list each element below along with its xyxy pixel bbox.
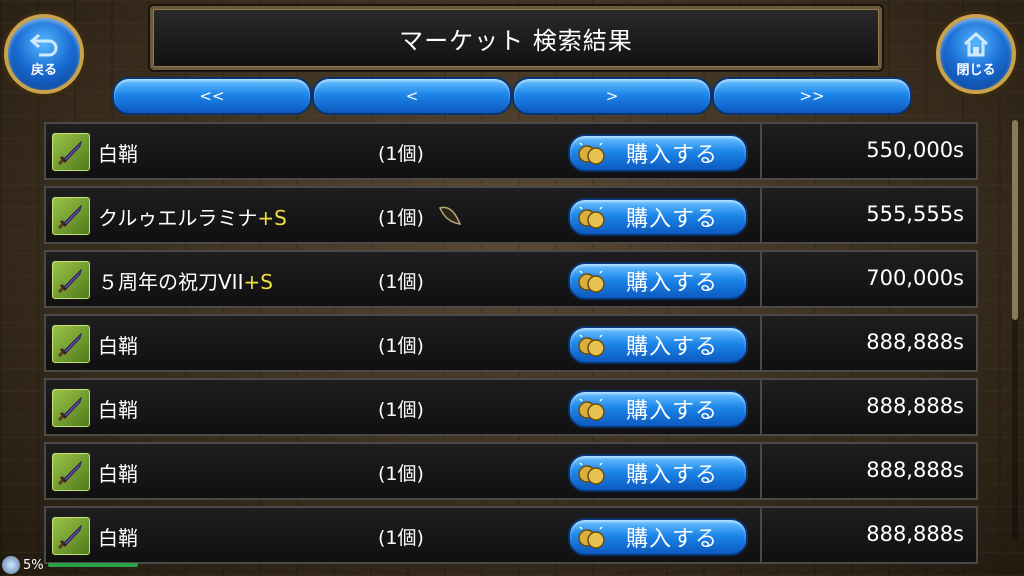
item-price: 888,888s: [866, 394, 964, 418]
item-name: 白鞘: [98, 334, 138, 358]
item-quantity: (1個): [378, 207, 424, 229]
buy-label: 購入する: [626, 207, 719, 232]
item-price: 888,888s: [866, 330, 964, 354]
buy-label: 購入する: [626, 463, 719, 488]
title-bar: マーケット 検索結果: [150, 6, 882, 70]
table-row: 白鞘 (1個) 購入する 888,888s: [44, 314, 978, 372]
table-row: クルゥエルラミナ+S (1個) 購入する 555,555s: [44, 186, 978, 244]
item-price: 888,888s: [866, 522, 964, 546]
sword-icon: [52, 261, 90, 299]
coin-icon: [578, 142, 605, 165]
last-page-button[interactable]: >>: [712, 77, 912, 115]
buy-label: 購入する: [626, 335, 719, 360]
buy-button[interactable]: 購入する: [568, 390, 748, 428]
item-price: 555,555s: [866, 202, 964, 226]
buy-button[interactable]: 購入する: [568, 326, 748, 364]
first-page-button[interactable]: <<: [112, 77, 312, 115]
buy-button[interactable]: 購入する: [568, 134, 748, 172]
status-percent: 5%: [23, 557, 44, 573]
coin-icon: [578, 334, 605, 357]
item-quantity: (1個): [378, 271, 424, 293]
close-button[interactable]: 閉じる: [936, 14, 1016, 94]
coin-icon: [578, 526, 605, 549]
buy-button[interactable]: 購入する: [568, 518, 748, 556]
table-row: ５周年の祝刀VII+S (1個) 購入する 700,000s: [44, 250, 978, 308]
table-row: 白鞘 (1個) 購入する 888,888s: [44, 442, 978, 500]
scrollbar-thumb[interactable]: [1012, 120, 1018, 320]
item-name: 白鞘: [98, 398, 138, 422]
status-bar: [47, 563, 138, 567]
prev-page-button[interactable]: <: [312, 77, 512, 115]
column-divider: [760, 380, 762, 434]
item-name: 白鞘: [98, 526, 138, 550]
buy-label: 購入する: [626, 399, 719, 424]
item-quantity: (1個): [378, 463, 424, 485]
buy-label: 購入する: [626, 143, 719, 168]
market-result-list: 白鞘 (1個) 購入する 550,000s クルゥエルラミナ+S (1個) 購入…: [44, 122, 978, 576]
back-label: 戻る: [30, 62, 57, 78]
sword-icon: [52, 389, 90, 427]
status-indicator: 5%: [2, 556, 138, 574]
item-price: 700,000s: [866, 266, 964, 290]
sword-icon: [52, 453, 90, 491]
coin-icon: [578, 270, 605, 293]
item-name: 白鞘: [98, 142, 138, 166]
item-name: クルゥエルラミナ+S: [98, 206, 287, 230]
column-divider: [760, 188, 762, 242]
next-page-button[interactable]: >: [512, 77, 712, 115]
back-button[interactable]: 戻る: [4, 14, 84, 94]
sword-icon: [52, 133, 90, 171]
column-divider: [760, 252, 762, 306]
coin-icon: [578, 398, 605, 421]
item-name: 白鞘: [98, 462, 138, 486]
item-quantity: (1個): [378, 143, 424, 165]
buy-button[interactable]: 購入する: [568, 454, 748, 492]
item-quantity: (1個): [378, 399, 424, 421]
coin-icon: [578, 206, 605, 229]
buy-button[interactable]: 購入する: [568, 262, 748, 300]
status-orb-icon: [2, 556, 20, 574]
item-quantity: (1個): [378, 335, 424, 357]
column-divider: [760, 124, 762, 178]
buy-button[interactable]: 購入する: [568, 198, 748, 236]
home-icon: [963, 31, 989, 56]
column-divider: [760, 316, 762, 370]
item-name: ５周年の祝刀VII+S: [98, 270, 273, 294]
item-price: 550,000s: [866, 138, 964, 162]
sword-icon: [52, 325, 90, 363]
page-title: マーケット 検索結果: [399, 26, 633, 55]
buy-label: 購入する: [626, 271, 719, 296]
close-label: 閉じる: [956, 62, 996, 78]
return-arrow-icon: [29, 33, 58, 56]
item-quantity: (1個): [378, 527, 424, 549]
column-divider: [760, 508, 762, 562]
table-row: 白鞘 (1個) 購入する 888,888s: [44, 506, 978, 564]
buy-label: 購入する: [626, 527, 719, 552]
item-price: 888,888s: [866, 458, 964, 482]
sword-icon: [52, 517, 90, 555]
sword-icon: [52, 197, 90, 235]
coin-icon: [578, 462, 605, 485]
leaf-icon: [438, 206, 462, 225]
table-row: 白鞘 (1個) 購入する 888,888s: [44, 378, 978, 436]
table-row: 白鞘 (1個) 購入する 550,000s: [44, 122, 978, 180]
column-divider: [760, 444, 762, 498]
